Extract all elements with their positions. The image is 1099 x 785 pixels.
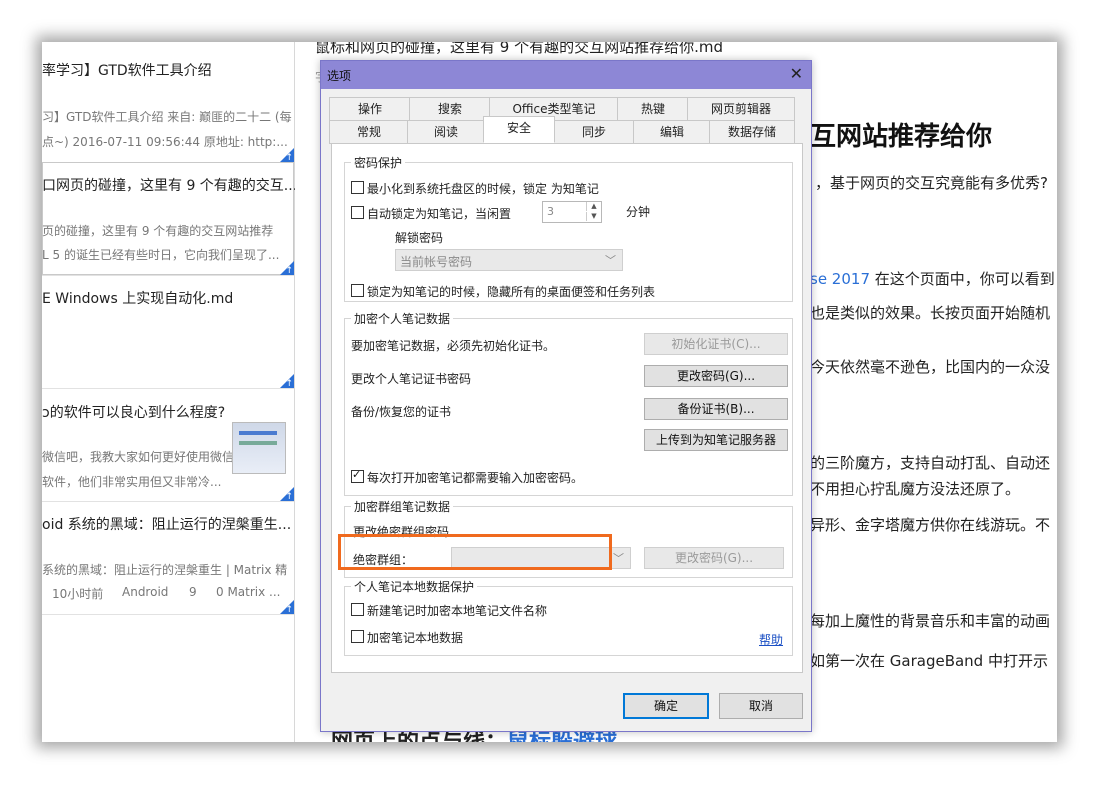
list-item[interactable]: ɔ的软件可以良心到什么程度? 微信吧，我教大家如何更好使用微信 软件，他们非常实… [42, 388, 294, 502]
unlock-password-select[interactable]: 当前帐号密码 ﹀ [395, 249, 623, 271]
list-item[interactable]: oid 系统的黑域：阻止运行的涅槃重生... 系统的黑域：阻止运行的涅槃重生 |… [42, 501, 294, 615]
group-legend: 加密群组笔记数据 [351, 498, 454, 515]
group-legend: 个人笔记本地数据保护 [351, 578, 478, 595]
init-cert-label: 要加密笔记数据，必须先初始化证书。 [351, 339, 556, 353]
help-link[interactable]: 帮助 [759, 631, 783, 648]
chevron-down-icon: ﹀ [613, 552, 624, 565]
note-heading-file: 鼠标和网页的碰撞，这里有 9 个有趣的交互网站推荐给你.md [315, 42, 723, 56]
tab-sync[interactable]: 同步 [553, 120, 635, 144]
security-panel: 密码保护 最小化到系统托盘区的时候，锁定 为知笔记 自动锁定为知笔记，当闲置 3… [331, 143, 803, 673]
article-paragraph: 也是类似的效果。长按页面开始随机 [810, 304, 1051, 322]
article-paragraph: se 2017 在这个页面中，你可以看到 [810, 270, 1055, 288]
backup-cert-button[interactable]: 备份证书(B)... [644, 398, 788, 420]
note-snippet: 系统的黑域：阻止运行的涅槃重生 | Matrix 精 [42, 563, 288, 577]
article-paragraph: 异形、金字塔魔方供你在线游玩。不 [810, 516, 1051, 534]
encrypt-local-checkbox[interactable] [351, 630, 364, 643]
note-time: 10小时前 [52, 587, 104, 601]
encrypt-local-label: 加密笔记本地数据 [367, 631, 464, 645]
minutes-label: 分钟 [626, 205, 651, 219]
idle-minutes-value: 3 [547, 205, 554, 218]
dialog-title: 选项 [327, 69, 352, 83]
backup-cert-label: 备份/恢复您的证书 [351, 405, 452, 419]
note-snippet: L 5 的诞生已经有些时日，它向我们呈现了... [42, 248, 280, 262]
note-snippet: 软件，他们非常实用但又非常冷... [42, 475, 222, 489]
minimize-lock-checkbox[interactable] [351, 181, 364, 194]
article-paragraph: 今天依然毫不逊色，比国内的一众没 [810, 358, 1051, 376]
ok-button[interactable]: 确定 [623, 693, 709, 719]
tab-reading[interactable]: 阅读 [407, 120, 485, 144]
hide-on-lock-checkbox[interactable] [351, 284, 364, 297]
hide-on-lock-label: 锁定为知笔记的时候，隐藏所有的桌面便签和任务列表 [367, 285, 656, 299]
cancel-button[interactable]: 取消 [719, 693, 803, 719]
tab-edit[interactable]: 编辑 [633, 120, 711, 144]
list-item[interactable]: E Windows 上实现自动化.md ↑ [42, 275, 294, 389]
local-data-group: 个人笔记本地数据保护 新建笔记时加密本地笔记文件名称 加密笔记本地数据 帮助 [344, 578, 793, 656]
group-legend: 加密个人笔记数据 [351, 310, 454, 327]
note-tag: 0 Matrix ... [216, 585, 281, 599]
autolock-label: 自动锁定为知笔记，当闲置 [367, 207, 512, 221]
idle-minutes-stepper[interactable]: 3 ▲ ▼ [542, 201, 602, 223]
note-title: E Windows 上实现自动化.md [42, 291, 234, 307]
upload-cert-button[interactable]: 上传到为知笔记服务器 [644, 429, 788, 451]
change-cert-password-label: 更改个人笔记证书密码 [351, 372, 472, 386]
list-item[interactable]: 口网页的碰撞，这里有 9 个有趣的交互... 页的碰撞，这里有 9 个有趣的交互… [42, 162, 298, 276]
note-snippet: 点~) 2016-07-11 09:56:44 原地址: http:... [42, 135, 288, 149]
article-paragraph: 不用担心拧乱魔方没法还原了。 [810, 480, 1021, 498]
encrypt-filename-checkbox[interactable] [351, 603, 364, 616]
tab-actions[interactable]: 操作 [329, 97, 411, 121]
article-link[interactable]: se 2017 [810, 270, 870, 288]
note-snippet: 页的碰撞，这里有 9 个有趣的交互网站推荐 [42, 224, 274, 238]
dialog-titlebar: 选项 ✕ [321, 61, 811, 89]
article-paragraph: ，基于网页的交互究竟能有多优秀? [815, 174, 1048, 192]
tab-general[interactable]: 常规 [329, 120, 409, 144]
note-notebook: Android [122, 585, 169, 599]
article-heading: 互网站推荐给你 [810, 122, 993, 152]
highlight-annotation [338, 534, 612, 570]
note-title: 率学习】GTD软件工具介绍 [42, 63, 212, 79]
note-list: 率学习】GTD软件工具介绍 习】GTD软件工具介绍 来自: 巅匪的二十二 (每 … [42, 42, 298, 742]
note-snippet: 习】GTD软件工具介绍 来自: 巅匪的二十二 (每 [42, 110, 292, 124]
group-legend: 密码保护 [351, 154, 406, 171]
tab-security[interactable]: 安全 [483, 116, 555, 143]
tab-search[interactable]: 搜索 [409, 97, 491, 121]
tab-storage[interactable]: 数据存储 [709, 120, 795, 144]
arrow-up-icon: ↑ [285, 605, 293, 615]
init-cert-button[interactable]: 初始化证书(C)... [644, 333, 788, 355]
tab-web-clipper[interactable]: 网页剪辑器 [687, 97, 795, 121]
note-count: 9 [189, 585, 197, 599]
note-snippet: 微信吧，我教大家如何更好使用微信 [42, 450, 235, 464]
stepper-up-icon[interactable]: ▲ [586, 202, 601, 211]
tab-hotkeys[interactable]: 热键 [617, 97, 689, 121]
unlock-password-value: 当前帐号密码 [400, 255, 473, 269]
note-title: oid 系统的黑域：阻止运行的涅槃重生... [42, 517, 292, 533]
stepper-down-icon[interactable]: ▼ [586, 212, 601, 221]
note-title: ɔ的软件可以良心到什么程度? [42, 405, 226, 421]
password-protection-group: 密码保护 最小化到系统托盘区的时候，锁定 为知笔记 自动锁定为知笔记，当闲置 3… [344, 154, 793, 302]
encrypt-personal-group: 加密个人笔记数据 要加密笔记数据，必须先初始化证书。 初始化证书(C)... 更… [344, 310, 793, 496]
change-group-password-button[interactable]: 更改密码(G)... [644, 547, 784, 569]
minimize-lock-label: 最小化到系统托盘区的时候，锁定 为知笔记 [367, 182, 599, 196]
encrypt-filename-label: 新建笔记时加密本地笔记文件名称 [367, 604, 548, 618]
change-password-button[interactable]: 更改密码(G)... [644, 365, 788, 387]
autolock-checkbox[interactable] [351, 206, 364, 219]
require-password-checkbox[interactable] [351, 468, 364, 483]
unlock-password-label: 解锁密码 [395, 231, 444, 245]
options-dialog: 选项 ✕ 操作 搜索 Office类型笔记 热键 网页剪辑器 常规 阅读 安全 … [320, 60, 812, 732]
article-paragraph: 的三阶魔方，支持自动打乱、自动还 [810, 454, 1051, 472]
close-icon[interactable]: ✕ [790, 64, 803, 83]
chevron-down-icon: ﹀ [605, 254, 616, 267]
list-item[interactable]: 率学习】GTD软件工具介绍 习】GTD软件工具介绍 来自: 巅匪的二十二 (每 … [42, 42, 294, 163]
article-paragraph: 如第一次在 GarageBand 中打开示 [810, 652, 1048, 670]
require-password-label: 每次打开加密笔记都需要输入加密密码。 [367, 471, 584, 485]
article-paragraph: 每加上魔性的背景音乐和丰富的动画 [810, 612, 1051, 630]
note-thumbnail [232, 422, 286, 474]
note-title: 口网页的碰撞，这里有 9 个有趣的交互... [42, 178, 298, 194]
